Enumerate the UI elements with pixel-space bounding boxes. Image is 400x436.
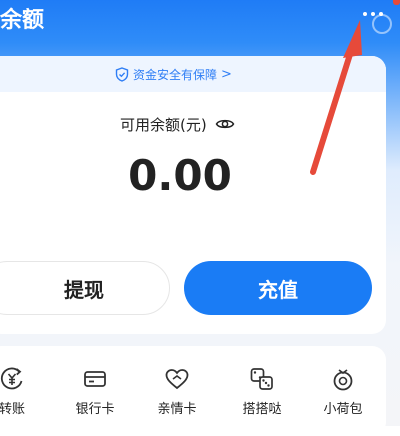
- annotation-arrow-icon: [310, 20, 362, 175]
